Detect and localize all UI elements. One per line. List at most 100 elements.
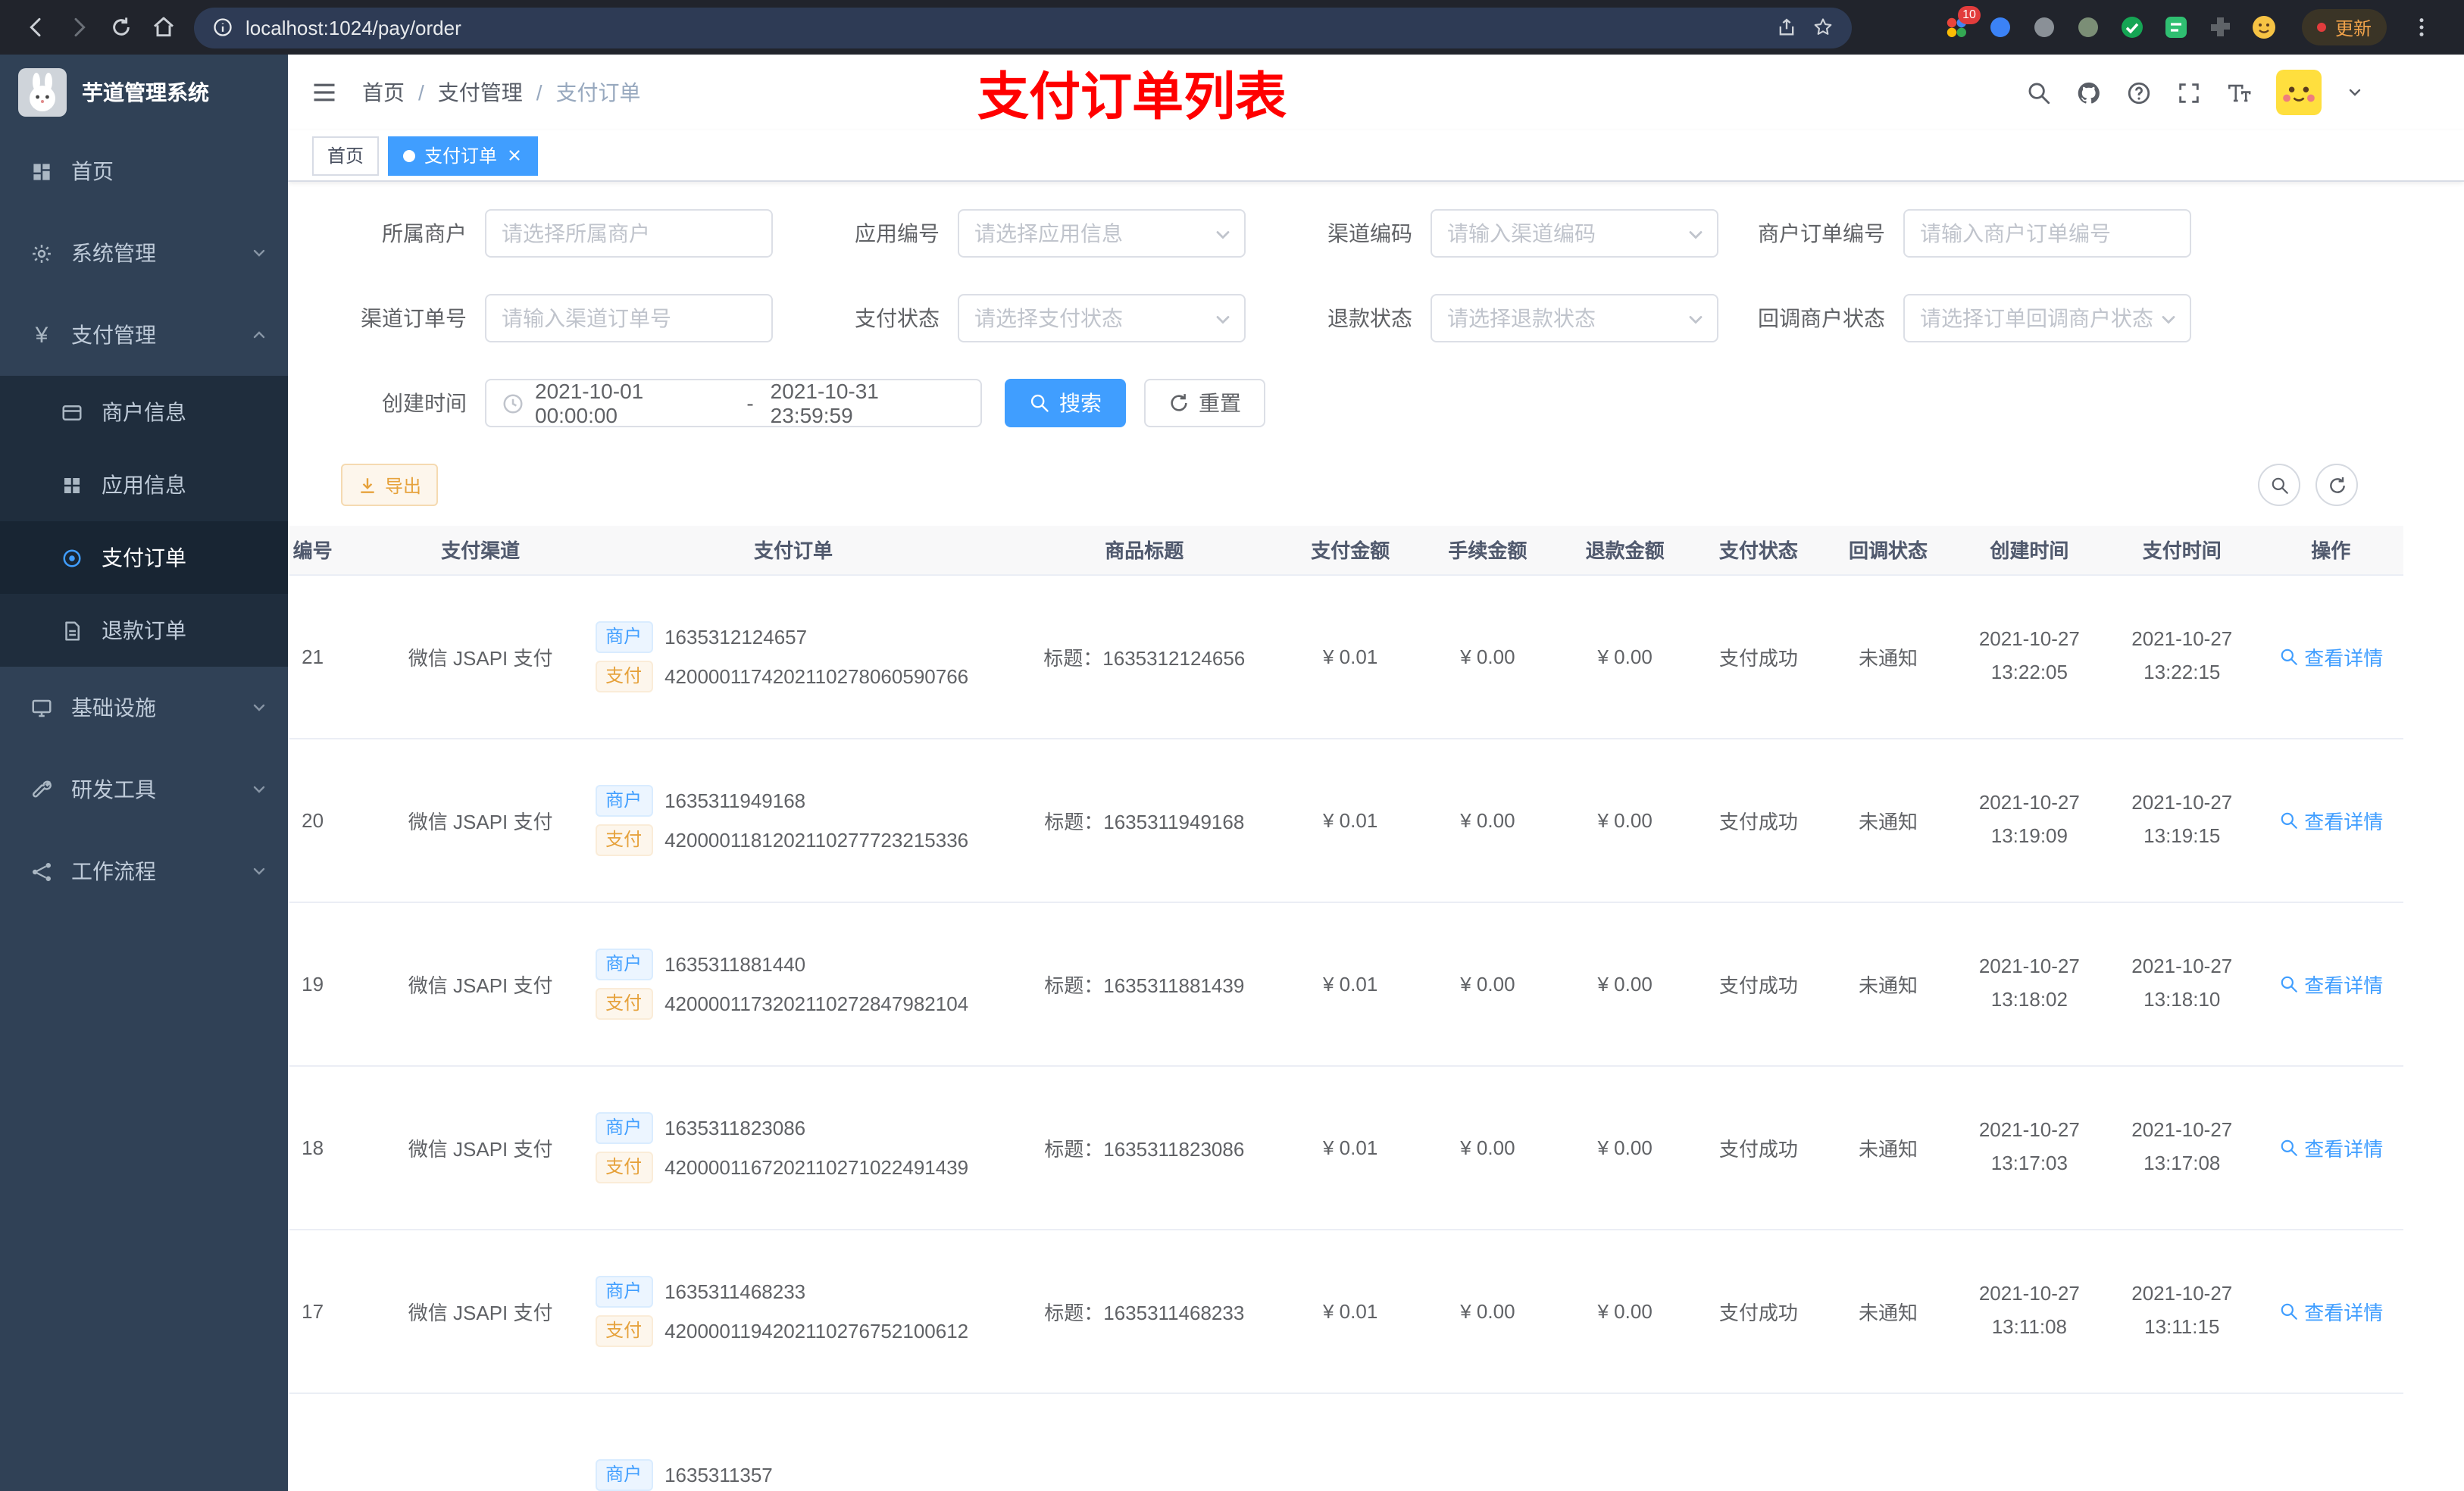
browser-home-button[interactable] [142, 6, 185, 48]
create-time-range-input[interactable]: 2021-10-01 00:00:00 - 2021-10-31 23:59:5… [485, 379, 982, 427]
filter-refund-status: 退款状态 [1264, 294, 1737, 342]
search-icon [2278, 974, 2298, 993]
channel-order-no-field[interactable] [502, 306, 756, 330]
view-detail-link[interactable]: 查看详情 [2278, 1296, 2383, 1325]
tab-pay-order[interactable]: 支付订单 [388, 136, 539, 175]
gear-icon [30, 242, 53, 264]
filter-row-3: 创建时间 2021-10-01 00:00:00 - 2021-10-31 23… [318, 379, 2434, 427]
cell-create-time: 2021-10-27 13:22:05 [1953, 574, 2106, 739]
view-detail-link[interactable]: 查看详情 [2278, 805, 2383, 834]
notify-status-select[interactable] [1903, 294, 2191, 342]
channel-order-no-input[interactable] [485, 294, 773, 342]
cell-amount: ¥ 0.01 [1281, 902, 1419, 1066]
close-icon[interactable] [506, 147, 523, 164]
cell-notify-status: 未通知 [1823, 738, 1953, 902]
extension-green-square-icon[interactable] [2161, 12, 2191, 42]
search-icon[interactable] [2026, 80, 2052, 105]
pay-status-field[interactable] [974, 306, 1229, 330]
column-header: 支付时间 [2106, 526, 2259, 575]
sidebar-item-system[interactable]: 系统管理 [0, 212, 288, 294]
merchant-order-no-input[interactable] [1903, 209, 2191, 258]
view-detail-link[interactable]: 查看详情 [2278, 642, 2383, 670]
toggle-search-button[interactable] [2258, 464, 2300, 506]
view-detail-link[interactable]: 查看详情 [2278, 1133, 2383, 1161]
refund-status-select[interactable] [1431, 294, 1718, 342]
extension-colorful-grid-icon[interactable]: 10 [1941, 6, 1981, 42]
breadcrumb-home[interactable]: 首页 [362, 77, 405, 108]
merchant-order-no: 1635311468233 [664, 1280, 806, 1302]
app-logo[interactable]: 芋道管理系统 [0, 55, 288, 130]
active-tab-dot [403, 149, 416, 161]
view-detail-link[interactable]: 查看详情 [2278, 969, 2383, 998]
extension-blue-icon[interactable] [1985, 12, 2015, 42]
sidebar-item-refund-order[interactable]: 退款订单 [0, 594, 288, 667]
merchant-order-no-field[interactable] [1920, 221, 2175, 245]
sidebar-item-dev-tools[interactable]: 研发工具 [0, 749, 288, 830]
page-content: 所属商户 应用编号 渠道编码 [288, 182, 2464, 1491]
breadcrumb: 首页 / 支付管理 / 支付订单 [362, 77, 641, 108]
extension-gray-icon[interactable] [2029, 12, 2059, 42]
refund-status-field[interactable] [1447, 306, 1702, 330]
channel-code-filter-field[interactable] [1447, 221, 1702, 245]
breadcrumb-pay-management[interactable]: 支付管理 [438, 77, 523, 108]
fullscreen-icon[interactable] [2176, 80, 2202, 105]
browser-forward-button[interactable] [58, 6, 100, 48]
chevron-down-icon [250, 244, 268, 262]
chevron-down-icon[interactable] [2346, 83, 2364, 102]
font-size-icon[interactable] [2226, 80, 2252, 105]
github-icon[interactable] [2076, 80, 2102, 105]
sidebar-item-payment[interactable]: ¥ 支付管理 [0, 294, 288, 376]
sidebar-item-home[interactable]: 首页 [0, 130, 288, 212]
sidebar-item-merchant-info[interactable]: 商户信息 [0, 376, 288, 449]
browser-update-button[interactable]: 更新 [2301, 9, 2387, 45]
sidebar-item-app-info[interactable]: 应用信息 [0, 449, 288, 521]
sidebar-item-pay-order[interactable]: 支付订单 [0, 521, 288, 594]
merchant-order-no: 1635311881440 [664, 952, 806, 975]
date-range-end[interactable]: 2021-10-31 23:59:59 [771, 379, 965, 427]
reset-button[interactable]: 重置 [1144, 379, 1265, 427]
hamburger-icon[interactable] [288, 79, 350, 106]
sidebar-item-workflow[interactable]: 工作流程 [0, 830, 288, 912]
site-info-icon[interactable] [212, 17, 233, 38]
search-button[interactable]: 搜索 [1005, 379, 1126, 427]
channel-code-filter-select[interactable] [1431, 209, 1718, 258]
url-text[interactable]: localhost:1024/pay/order [245, 16, 1764, 39]
cell-pay-status: 支付成功 [1693, 1229, 1824, 1393]
extension-olive-icon[interactable] [2073, 12, 2103, 42]
cell-title: 标题：1635311468233 [1007, 1229, 1282, 1393]
share-icon[interactable] [1776, 17, 1797, 38]
main-area: 首页 / 支付管理 / 支付订单 支付订单列表 首页 支付订单 所属商户 请选择… [288, 55, 2464, 1491]
browser-menu-icon[interactable] [2400, 6, 2443, 48]
merchant-filter-input[interactable] [485, 209, 773, 258]
user-avatar[interactable] [2276, 70, 2322, 115]
cell-pay-order: 商户 1635311357 [580, 1393, 1007, 1491]
cell-create-time: 2021-10-27 13:18:02 [1953, 902, 2106, 1066]
app-id-filter-select[interactable] [958, 209, 1246, 258]
cell-amount: ¥ 0.01 [1281, 1065, 1419, 1230]
refresh-table-button[interactable] [2315, 464, 2358, 506]
extension-puzzle-icon[interactable] [2205, 12, 2235, 42]
channel-pay-no: 4200001173202110272847982104 [664, 992, 969, 1014]
question-icon[interactable] [2126, 80, 2152, 105]
browser-reload-button[interactable] [100, 6, 142, 48]
merchant-filter-input-field[interactable] [502, 221, 756, 245]
cell-channel [381, 1393, 580, 1491]
tab-home[interactable]: 首页 [312, 136, 380, 175]
export-button[interactable]: 导出 [341, 464, 439, 506]
browser-back-button[interactable] [15, 6, 58, 48]
cell-channel: 微信 JSAPI 支付 [381, 574, 580, 739]
sidebar-item-infrastructure[interactable]: 基础设施 [0, 667, 288, 749]
pay-status-select[interactable] [958, 294, 1246, 342]
filter-create-time: 创建时间 2021-10-01 00:00:00 - 2021-10-31 23… [318, 379, 982, 427]
address-bar[interactable]: localhost:1024/pay/order [194, 7, 1852, 48]
profile-face-icon[interactable] [2249, 12, 2279, 42]
search-icon [2269, 475, 2289, 495]
filter-row-1: 所属商户 应用编号 渠道编码 [318, 209, 2434, 258]
column-header: 操作 [2258, 526, 2403, 575]
app-id-filter-field[interactable] [974, 221, 1229, 245]
filter-label: 支付状态 [855, 306, 940, 330]
notify-status-field[interactable] [1920, 306, 2175, 330]
extension-green-check-icon[interactable] [2117, 12, 2147, 42]
date-range-start[interactable]: 2021-10-01 00:00:00 [535, 379, 730, 427]
bookmark-star-icon[interactable] [1812, 17, 1834, 38]
